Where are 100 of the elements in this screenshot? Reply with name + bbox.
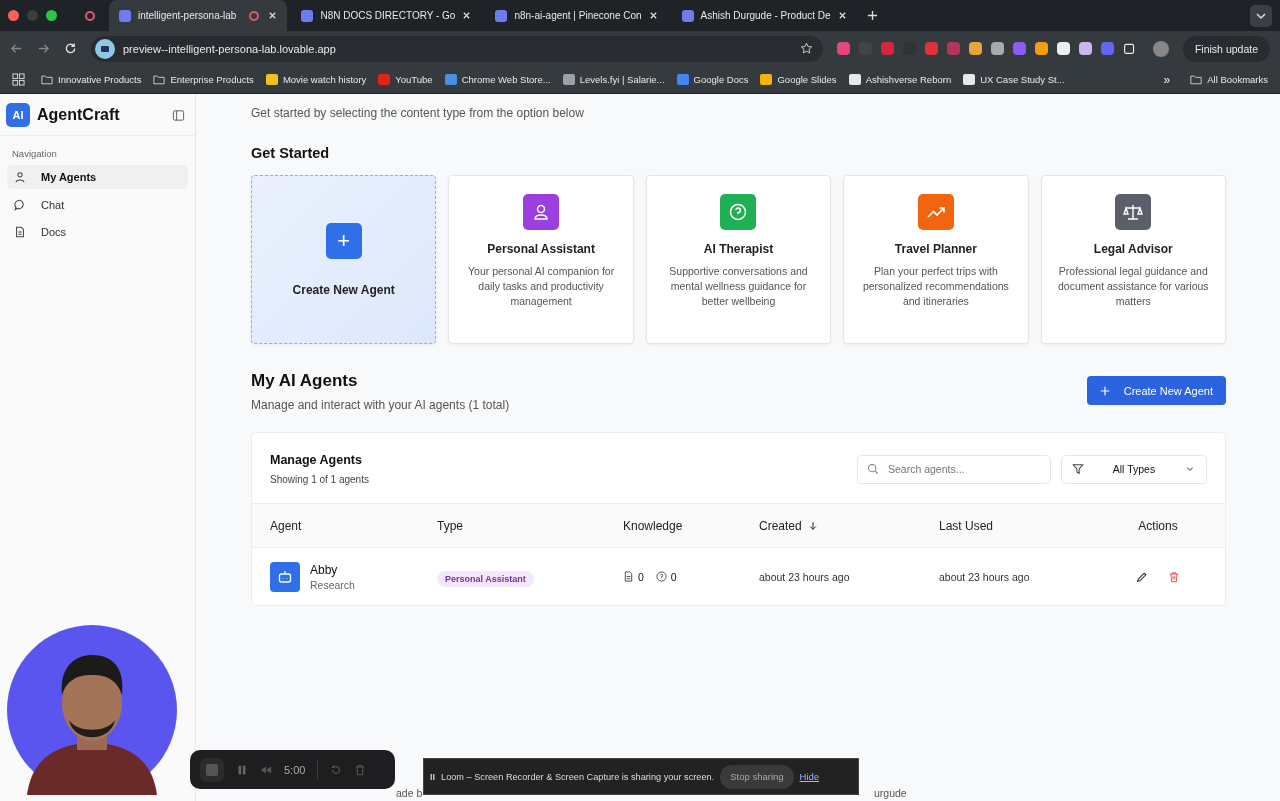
recording-timer: 5:00: [284, 763, 306, 776]
back-icon[interactable]: [10, 42, 23, 55]
footer-text: ade b: [396, 787, 423, 799]
agent-role: Research: [310, 578, 355, 591]
section-heading: Get Started: [251, 145, 331, 161]
url-text: preview--intelligent-persona-lab.lovable.app: [123, 42, 337, 55]
browser-tab[interactable]: n8n-ai-agent | Pinecone Con: [485, 0, 668, 31]
template-card[interactable]: AI Therapist Supportive conversations and mental wellness guidance for better wellbeing: [645, 175, 832, 344]
bookmark[interactable]: YouTube: [378, 74, 433, 85]
card-description: Your personal AI companion for daily tasks and productivity management: [467, 264, 616, 309]
search-field[interactable]: Search agents...: [857, 454, 1051, 484]
logo: AI: [6, 103, 30, 127]
hide-link[interactable]: Hide: [799, 771, 820, 782]
card-description: Plan your perfect trips with personalized recommendations and itineraries: [861, 264, 1010, 309]
card-title: Create New Agent: [292, 282, 395, 297]
bookmark[interactable]: Enterprise Products: [153, 74, 254, 85]
more-bookmarks-button[interactable]: »: [1155, 72, 1179, 87]
new-tab-icon[interactable]: [866, 10, 878, 21]
tab-title: N8N DOCS DIRECTORY - Go: [320, 10, 456, 21]
create-agent-button[interactable]: Create New Agent: [1086, 376, 1226, 405]
restart-icon[interactable]: [330, 763, 343, 776]
favicon-icon: [301, 9, 314, 22]
bookmark[interactable]: Google Docs: [676, 74, 749, 85]
tab-menu-icon[interactable]: [1250, 4, 1272, 27]
bookmark[interactable]: UX Case Study St...: [963, 74, 1065, 85]
card-description: Professional legal guidance and document assistance for various matters: [1057, 264, 1210, 309]
column-header: Type: [437, 518, 464, 533]
bot-icon: [270, 561, 300, 592]
card-title: Personal Assistant: [487, 242, 595, 256]
plus-icon: +: [325, 222, 362, 259]
extension-icon[interactable]: [990, 42, 1004, 55]
template-card[interactable]: Legal Advisor Professional legal guidance and document assistance for various matters: [1040, 175, 1226, 344]
plus-icon: [1099, 385, 1110, 396]
extension-icon[interactable]: [1034, 42, 1048, 55]
pencil-icon[interactable]: [1136, 570, 1148, 583]
tab-title: n8n-ai-agent | Pinecone Con: [514, 10, 642, 21]
address-bar[interactable]: preview--intelligent-persona-lab.lovable.app: [91, 35, 823, 62]
bookmark[interactable]: Movie watch history: [265, 74, 367, 85]
agent-count: Showing 1 of 1 agents: [270, 474, 369, 485]
forward-icon[interactable]: [37, 42, 50, 55]
template-card[interactable]: Personal Assistant Your personal AI companion for daily tasks and productivity management: [448, 175, 634, 344]
table-cell-text: about 23 hours ago: [939, 570, 1031, 583]
sharing-message: Loom – Screen Recorder & Screen Capture is sharing your screen.: [441, 771, 715, 782]
card-title: Travel Planner: [894, 242, 977, 256]
browser-tab[interactable]: N8N DOCS DIRECTORY - Go: [291, 0, 482, 31]
bookmark-star-icon[interactable]: [799, 42, 813, 55]
question-icon: [655, 571, 667, 582]
maximize-window-icon[interactable]: [46, 10, 57, 21]
section-subtitle: Manage and interact with your AI agents (1 total): [251, 398, 510, 412]
site-info-icon[interactable]: [95, 38, 115, 59]
trash-icon[interactable]: [1168, 570, 1180, 583]
bookmark[interactable]: Levels.fyi | Salarie...: [562, 74, 665, 85]
column-header: Agent: [270, 518, 303, 533]
type-filter-dropdown[interactable]: All Types: [1061, 454, 1207, 484]
page-subtitle: Get started by selecting the content type from the option below: [251, 106, 585, 120]
bookmark[interactable]: Google Slides: [760, 74, 837, 85]
profile-avatar[interactable]: [1152, 40, 1169, 57]
folder-icon: [41, 74, 53, 85]
create-agent-card[interactable]: + Create New Agent: [251, 175, 437, 344]
finish-update-button[interactable]: Finish update: [1182, 35, 1270, 62]
filter-icon: [1072, 463, 1084, 475]
extension-icon[interactable]: [1056, 42, 1070, 55]
apps-grid-icon[interactable]: [12, 73, 25, 86]
bookmark[interactable]: Chrome Web Store...: [444, 74, 551, 85]
folder-icon: [1190, 74, 1203, 85]
nav-item[interactable]: Docs: [7, 220, 188, 244]
footer-text: urgude: [874, 787, 907, 799]
pause-icon[interactable]: [236, 763, 248, 776]
document-count: 0: [638, 570, 644, 583]
close-window-icon[interactable]: [8, 10, 19, 21]
close-icon[interactable]: [462, 11, 472, 20]
question-count: 0: [670, 570, 677, 583]
browser-tab[interactable]: intelligent-persona-lab: [109, 0, 288, 31]
bookmark[interactable]: Innovative Products: [41, 74, 142, 85]
column-header: Last Used: [939, 518, 995, 533]
favicon-icon: [495, 9, 508, 22]
stop-sharing-button[interactable]: Stop sharing: [720, 764, 794, 789]
close-icon[interactable]: [268, 11, 278, 20]
extension-icon[interactable]: [968, 42, 982, 55]
bookmark[interactable]: Ashishverse Reborn: [848, 74, 952, 85]
section-heading: My AI Agents: [251, 371, 359, 391]
nav-item[interactable]: My Agents: [7, 165, 188, 189]
brand-name: AgentCraft: [37, 106, 121, 124]
tab-title: intelligent-persona-lab: [138, 10, 237, 21]
reload-icon[interactable]: [64, 42, 77, 55]
pause-glyph: II: [430, 771, 435, 782]
sidebar-toggle-icon[interactable]: [172, 108, 185, 122]
tab-title: Ashish Durgude - Product De: [700, 10, 831, 21]
extensions-icon[interactable]: [1122, 42, 1136, 55]
nav-item[interactable]: Chat: [7, 192, 188, 217]
column-header: Actions: [1137, 518, 1179, 533]
close-icon[interactable]: [648, 11, 658, 20]
template-card[interactable]: Travel Planner Plan your perfect trips with personalized recommendations and itineraries: [843, 175, 1029, 344]
column-header[interactable]: Created: [759, 518, 939, 533]
extension-icon[interactable]: [1078, 42, 1092, 55]
close-icon[interactable]: [837, 11, 847, 20]
browser-tab[interactable]: Ashish Durgude - Product De: [671, 0, 857, 31]
all-bookmarks[interactable]: All Bookmarks: [1190, 74, 1268, 85]
user-icon: [14, 171, 26, 183]
card-description: Supportive conversations and mental wellness guidance for better wellbeing: [668, 264, 809, 309]
